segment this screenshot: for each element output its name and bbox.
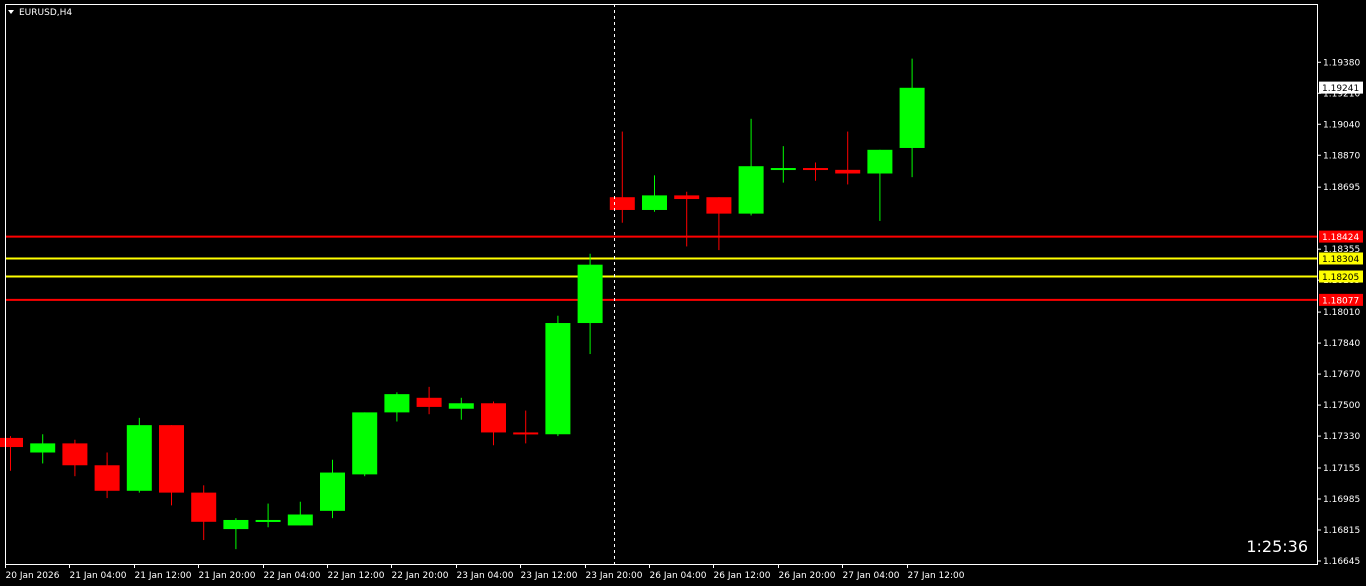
time-tick-label: 22 Jan 12:00 [328, 571, 385, 581]
candle-body [255, 519, 281, 522]
candle-body [352, 412, 378, 475]
time-tick-label: 21 Jan 04:00 [70, 571, 127, 581]
price-tick-label: 1.16985 [1323, 495, 1360, 505]
level-price-badge-2: 1.18205 [1319, 270, 1363, 283]
time-tick-label: 26 Jan 04:00 [650, 571, 707, 581]
bid-price-badge: 1.19241 [1319, 81, 1363, 94]
candle-body [126, 425, 152, 491]
time-tick-label: 21 Jan 20:00 [199, 571, 256, 581]
time-tick-label: 22 Jan 04:00 [264, 571, 321, 581]
time-tick-label: 26 Jan 20:00 [779, 571, 836, 581]
time-tick-label: 23 Jan 04:00 [457, 571, 514, 581]
candle-body [0, 437, 23, 448]
candle-body [835, 169, 861, 174]
candle-body [191, 492, 217, 522]
price-tick-label: 1.16645 [1323, 557, 1360, 567]
level-price-badge-2-label: 1.18205 [1322, 273, 1359, 283]
candle-body [609, 197, 635, 210]
time-tick-label: 23 Jan 12:00 [521, 571, 578, 581]
candle-4 [126, 417, 152, 493]
candle-17 [545, 315, 571, 437]
candle-body [320, 472, 345, 511]
candle-body [94, 465, 120, 491]
candle-body [159, 425, 184, 493]
price-tick-label: 1.19380 [1323, 58, 1360, 68]
candle-body [674, 195, 700, 200]
price-tick-label: 1.16815 [1323, 526, 1360, 536]
price-tick-label: 1.17500 [1323, 401, 1360, 411]
level-price-badge-0: 1.18424 [1319, 230, 1363, 243]
candle-body [287, 514, 313, 526]
candle-body [62, 443, 88, 466]
candle-body [867, 149, 893, 174]
candle-body [416, 397, 442, 407]
candle-body [545, 323, 571, 435]
symbol-timeframe-label: EURUSD,H4 [19, 8, 72, 18]
candle-body [706, 197, 732, 214]
time-tick-label: 23 Jan 20:00 [586, 571, 643, 581]
time-tick-label: 26 Jan 12:00 [714, 571, 771, 581]
candle-body [30, 443, 56, 453]
price-tick-label: 1.17840 [1323, 339, 1360, 349]
level-price-badge-0-label: 1.18424 [1322, 233, 1359, 243]
candle-body [577, 264, 603, 324]
candle-body [223, 519, 249, 530]
level-price-badge-3: 1.18077 [1319, 293, 1363, 306]
candle-11 [352, 412, 378, 477]
time-tick-label: 20 Jan 2026 [6, 571, 60, 581]
price-tick-label: 1.17155 [1323, 464, 1360, 474]
candle-body [803, 168, 828, 171]
level-price-badge-3-label: 1.18077 [1322, 296, 1359, 306]
bar-countdown-timer: 1:25:36 [1246, 537, 1308, 556]
candle-body [481, 403, 506, 433]
level-price-badge-1: 1.18304 [1319, 252, 1363, 265]
bid-price-badge-label: 1.19241 [1322, 84, 1359, 94]
candle-body [642, 195, 667, 210]
time-tick-label: 27 Jan 04:00 [843, 571, 900, 581]
price-tick-label: 1.18695 [1323, 183, 1360, 193]
time-tick-label: 21 Jan 12:00 [135, 571, 192, 581]
candle-body [513, 432, 539, 435]
price-tick-label: 1.17330 [1323, 432, 1360, 442]
price-tick-label: 1.18010 [1323, 308, 1360, 318]
price-chart[interactable]: 1.193801.192101.190401.188701.186951.183… [0, 0, 1366, 586]
candle-body [384, 394, 410, 413]
candle-body [448, 403, 474, 409]
time-tick-label: 27 Jan 12:00 [908, 571, 965, 581]
price-tick-label: 1.18870 [1323, 151, 1360, 161]
time-tick-label: 22 Jan 20:00 [392, 571, 449, 581]
candle-body [899, 87, 925, 148]
candle-body [770, 168, 796, 171]
candle-body [738, 166, 764, 214]
price-tick-label: 1.17670 [1323, 370, 1360, 380]
price-tick-label: 1.19040 [1323, 120, 1360, 130]
level-price-badge-1-label: 1.18304 [1322, 255, 1359, 265]
